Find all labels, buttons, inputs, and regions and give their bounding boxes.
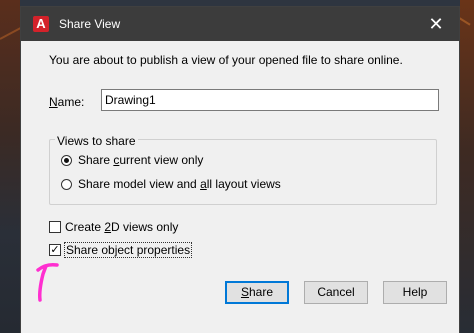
checkbox[interactable] xyxy=(49,221,61,233)
share-current-view-radio[interactable]: Share current view only xyxy=(61,152,203,168)
dialog-title: Share View xyxy=(59,17,121,31)
share-view-dialog: A Share View ✕ You are about to publish … xyxy=(20,6,460,333)
share-object-properties-checkbox[interactable]: ✓ Share object properties xyxy=(49,242,193,258)
autocad-app-icon: A xyxy=(33,16,49,32)
intro-text: You are about to publish a view of your … xyxy=(49,53,403,67)
radio-label: Share current view only xyxy=(78,153,204,167)
radio-button-selected[interactable] xyxy=(61,154,72,166)
radio-label: Share model view and all layout views xyxy=(78,177,281,191)
checkbox-label: Create 2D views only xyxy=(65,220,179,234)
background-left xyxy=(0,0,20,333)
checkbox-checked[interactable]: ✓ xyxy=(49,244,61,256)
create-2d-views-checkbox[interactable]: Create 2D views only xyxy=(49,219,178,235)
close-icon[interactable]: ✕ xyxy=(413,7,459,41)
views-to-share-group xyxy=(49,139,437,205)
cancel-button[interactable]: Cancel xyxy=(304,281,368,304)
background-right xyxy=(460,0,474,333)
views-group-label: Views to share xyxy=(55,134,138,148)
checkbox-label: Share object properties xyxy=(63,242,193,258)
share-button[interactable]: Share xyxy=(225,281,289,304)
name-input[interactable] xyxy=(101,89,439,111)
help-button[interactable]: Help xyxy=(383,281,447,304)
title-bar[interactable]: A Share View ✕ xyxy=(21,7,459,41)
share-all-views-radio[interactable]: Share model view and all layout views xyxy=(61,176,281,192)
name-label: Name: xyxy=(49,95,85,109)
radio-button[interactable] xyxy=(61,178,72,190)
pink-arrow-annotation-icon xyxy=(36,262,59,302)
